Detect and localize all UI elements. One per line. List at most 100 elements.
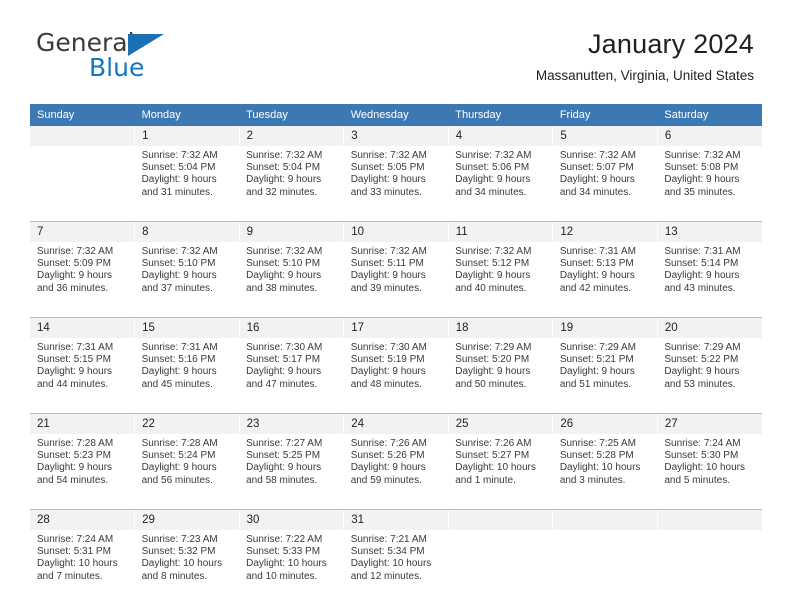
day-number[interactable] xyxy=(447,509,554,530)
day-number[interactable]: 27 xyxy=(656,413,762,434)
day-cell[interactable]: Sunrise: 7:25 AM Sunset: 5:28 PM Dayligh… xyxy=(552,434,658,510)
day-number[interactable]: 21 xyxy=(30,413,136,434)
day-cell[interactable]: Sunrise: 7:31 AM Sunset: 5:13 PM Dayligh… xyxy=(552,242,658,318)
daylight-text-line1: Daylight: 10 hours xyxy=(559,462,641,474)
daylight-text-line2: and 51 minutes. xyxy=(559,378,631,390)
sunset-text: Sunset: 5:27 PM xyxy=(455,450,530,462)
day-number[interactable]: 25 xyxy=(447,413,554,434)
day-number[interactable]: 28 xyxy=(30,509,136,530)
daylight-text-line2: and 10 minutes. xyxy=(246,570,318,582)
day-cell[interactable]: Sunrise: 7:29 AM Sunset: 5:20 PM Dayligh… xyxy=(448,338,553,414)
day-number[interactable]: 1 xyxy=(134,126,240,146)
day-cell[interactable]: Sunrise: 7:24 AM Sunset: 5:30 PM Dayligh… xyxy=(657,434,762,510)
sunset-text: Sunset: 5:21 PM xyxy=(559,354,634,366)
day-number[interactable]: 3 xyxy=(343,126,449,146)
day-number[interactable]: 4 xyxy=(447,126,554,146)
day-number[interactable]: 15 xyxy=(134,317,240,338)
daylight-text-line2: and 32 minutes. xyxy=(246,186,318,198)
day-cell[interactable] xyxy=(552,530,658,605)
day-number[interactable]: 31 xyxy=(343,509,449,530)
sunrise-text: Sunrise: 7:30 AM xyxy=(246,342,323,353)
day-cell[interactable]: Sunrise: 7:27 AM Sunset: 5:25 PM Dayligh… xyxy=(239,434,344,510)
day-cell[interactable] xyxy=(448,530,553,605)
weekday-header-sunday: Sunday xyxy=(30,104,135,126)
day-cell[interactable]: Sunrise: 7:24 AM Sunset: 5:31 PM Dayligh… xyxy=(30,530,135,605)
day-cell[interactable]: Sunrise: 7:29 AM Sunset: 5:21 PM Dayligh… xyxy=(552,338,658,414)
day-cell[interactable]: Sunrise: 7:22 AM Sunset: 5:33 PM Dayligh… xyxy=(239,530,344,605)
day-number[interactable]: 18 xyxy=(447,317,554,338)
sunrise-text: Sunrise: 7:23 AM xyxy=(141,534,218,545)
day-number[interactable]: 2 xyxy=(238,126,345,146)
daylight-text-line2: and 39 minutes. xyxy=(350,282,422,294)
sunset-text: Sunset: 5:28 PM xyxy=(559,450,634,462)
day-number[interactable]: 17 xyxy=(343,317,449,338)
day-number[interactable]: 23 xyxy=(238,413,345,434)
day-number[interactable]: 11 xyxy=(447,221,554,242)
day-cell[interactable]: Sunrise: 7:32 AM Sunset: 5:04 PM Dayligh… xyxy=(134,146,240,222)
day-cell[interactable]: Sunrise: 7:29 AM Sunset: 5:22 PM Dayligh… xyxy=(657,338,762,414)
day-number[interactable]: 8 xyxy=(134,221,240,242)
day-number[interactable]: 19 xyxy=(552,317,658,338)
sunrise-text: Sunrise: 7:32 AM xyxy=(350,150,427,161)
day-cell[interactable]: Sunrise: 7:28 AM Sunset: 5:24 PM Dayligh… xyxy=(134,434,240,510)
day-cell[interactable]: Sunrise: 7:32 AM Sunset: 5:12 PM Dayligh… xyxy=(448,242,553,318)
day-number[interactable] xyxy=(656,509,762,530)
day-cell[interactable]: Sunrise: 7:31 AM Sunset: 5:16 PM Dayligh… xyxy=(134,338,240,414)
day-number[interactable]: 12 xyxy=(552,221,658,242)
sunrise-text: Sunrise: 7:24 AM xyxy=(664,438,741,449)
day-number[interactable]: 5 xyxy=(552,126,658,146)
day-number[interactable]: 9 xyxy=(238,221,345,242)
day-cell[interactable]: Sunrise: 7:32 AM Sunset: 5:08 PM Dayligh… xyxy=(657,146,762,222)
day-number[interactable]: 6 xyxy=(656,126,762,146)
day-cell[interactable]: Sunrise: 7:21 AM Sunset: 5:34 PM Dayligh… xyxy=(343,530,449,605)
day-number[interactable]: 16 xyxy=(238,317,345,338)
day-cell[interactable]: Sunrise: 7:28 AM Sunset: 5:23 PM Dayligh… xyxy=(30,434,135,510)
day-number[interactable]: 10 xyxy=(343,221,449,242)
sunrise-text: Sunrise: 7:32 AM xyxy=(664,150,741,161)
day-number[interactable]: 13 xyxy=(656,221,762,242)
day-number[interactable]: 22 xyxy=(134,413,240,434)
day-cell[interactable]: Sunrise: 7:30 AM Sunset: 5:19 PM Dayligh… xyxy=(343,338,449,414)
day-cell[interactable]: Sunrise: 7:32 AM Sunset: 5:09 PM Dayligh… xyxy=(30,242,135,318)
day-cell[interactable]: Sunrise: 7:31 AM Sunset: 5:15 PM Dayligh… xyxy=(30,338,135,414)
sunrise-text: Sunrise: 7:26 AM xyxy=(455,438,532,449)
day-cell[interactable]: Sunrise: 7:23 AM Sunset: 5:32 PM Dayligh… xyxy=(134,530,240,605)
day-number[interactable] xyxy=(552,509,658,530)
sunrise-text: Sunrise: 7:30 AM xyxy=(350,342,427,353)
sunrise-text: Sunrise: 7:21 AM xyxy=(350,534,427,545)
day-number[interactable]: 14 xyxy=(30,317,136,338)
day-cell[interactable]: Sunrise: 7:32 AM Sunset: 5:07 PM Dayligh… xyxy=(552,146,658,222)
day-number[interactable]: 24 xyxy=(343,413,449,434)
weekday-header-wednesday: Wednesday xyxy=(343,104,449,126)
day-cell[interactable]: Sunrise: 7:32 AM Sunset: 5:05 PM Dayligh… xyxy=(343,146,449,222)
day-number[interactable]: 26 xyxy=(552,413,658,434)
brand-logo[interactable]: General Blue xyxy=(36,30,266,86)
day-number[interactable]: 29 xyxy=(134,509,240,530)
sunrise-text: Sunrise: 7:22 AM xyxy=(246,534,323,545)
daylight-text-line1: Daylight: 9 hours xyxy=(141,366,217,378)
day-cell[interactable]: Sunrise: 7:32 AM Sunset: 5:04 PM Dayligh… xyxy=(239,146,344,222)
sunset-text: Sunset: 5:09 PM xyxy=(37,258,111,270)
day-number[interactable]: 20 xyxy=(656,317,762,338)
daylight-text-line2: and 33 minutes. xyxy=(350,186,422,198)
sunset-text: Sunset: 5:25 PM xyxy=(246,450,321,462)
day-number[interactable]: 7 xyxy=(30,221,136,242)
daylight-text-line2: and 5 minutes. xyxy=(664,474,730,486)
day-cell[interactable]: Sunrise: 7:26 AM Sunset: 5:26 PM Dayligh… xyxy=(343,434,449,510)
day-cell[interactable]: Sunrise: 7:32 AM Sunset: 5:10 PM Dayligh… xyxy=(134,242,240,318)
day-cell[interactable]: Sunrise: 7:32 AM Sunset: 5:11 PM Dayligh… xyxy=(343,242,449,318)
sunset-text: Sunset: 5:04 PM xyxy=(246,162,321,174)
day-cell[interactable]: Sunrise: 7:32 AM Sunset: 5:10 PM Dayligh… xyxy=(239,242,344,318)
day-cell[interactable]: Sunrise: 7:31 AM Sunset: 5:14 PM Dayligh… xyxy=(657,242,762,318)
sunset-text: Sunset: 5:10 PM xyxy=(246,258,321,270)
day-cell[interactable]: Sunrise: 7:26 AM Sunset: 5:27 PM Dayligh… xyxy=(448,434,553,510)
day-cell[interactable] xyxy=(657,530,762,605)
sunrise-text: Sunrise: 7:32 AM xyxy=(455,246,532,257)
day-cell[interactable]: Sunrise: 7:30 AM Sunset: 5:17 PM Dayligh… xyxy=(239,338,344,414)
day-cell[interactable]: Sunrise: 7:32 AM Sunset: 5:06 PM Dayligh… xyxy=(448,146,553,222)
sunset-text: Sunset: 5:34 PM xyxy=(350,546,425,558)
day-cell[interactable] xyxy=(30,146,135,222)
day-number[interactable] xyxy=(30,126,136,146)
day-number[interactable]: 30 xyxy=(238,509,345,530)
daylight-text-line1: Daylight: 10 hours xyxy=(664,462,745,474)
